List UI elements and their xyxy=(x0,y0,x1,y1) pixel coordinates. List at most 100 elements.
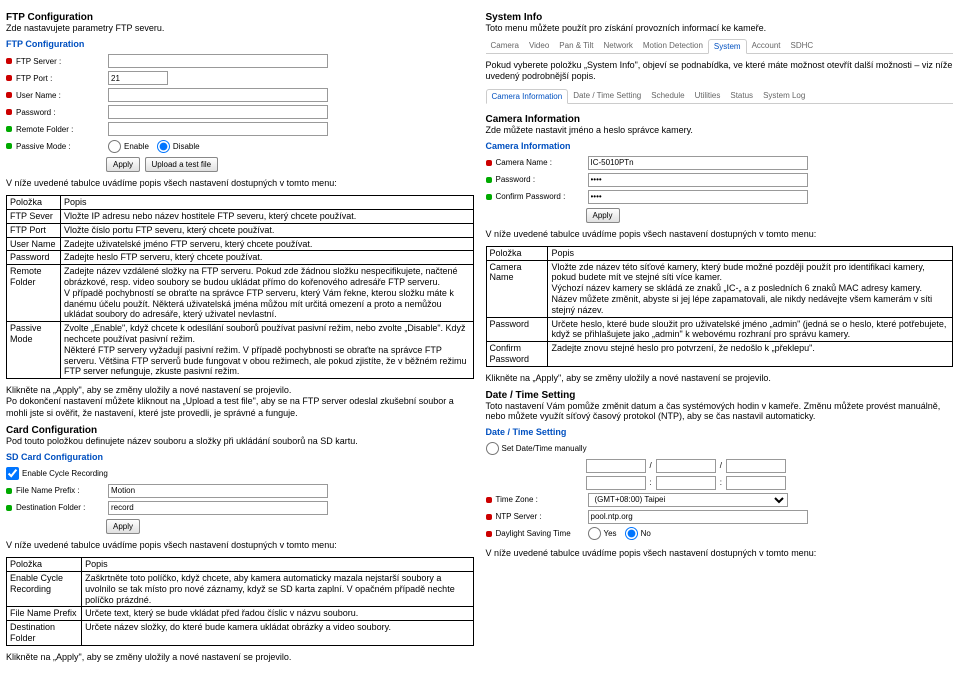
col-header: Popis xyxy=(82,558,473,572)
dst-yes-radio[interactable] xyxy=(588,527,601,540)
table-cell: User Name xyxy=(7,237,61,251)
cam-apply-button[interactable]: Apply xyxy=(586,208,620,223)
tab-caminfo[interactable]: Camera Information xyxy=(486,89,569,104)
tz-label: Time Zone : xyxy=(496,495,588,504)
cam-definitions-table: PoložkaPopis Camera NameVložte zde název… xyxy=(486,246,954,367)
bullet-icon xyxy=(6,143,12,149)
bullet-icon xyxy=(486,160,492,166)
campass-label: Password : xyxy=(496,175,588,184)
manual-radio[interactable] xyxy=(486,442,499,455)
passive-enable-radio[interactable] xyxy=(108,140,121,153)
ftp-footer-text: Klikněte na „Apply", aby se změny uložil… xyxy=(6,385,474,419)
table-cell: Vložte číslo portu FTP severu, který chc… xyxy=(60,223,473,237)
tab-utilities[interactable]: Utilities xyxy=(690,89,726,103)
time-part2[interactable] xyxy=(656,476,716,490)
table-cell: Zadejte znovu stejné heslo pro potvrzení… xyxy=(548,342,953,367)
ftp-password-label: Password : xyxy=(16,108,108,117)
col-header: Položka xyxy=(7,558,82,572)
table-cell: Zadejte název vzdálené složky na FTP ser… xyxy=(60,265,473,322)
tab-status[interactable]: Status xyxy=(725,89,758,103)
sd-footer-text: Klikněte na „Apply", aby se změny uložil… xyxy=(6,652,474,663)
ftp-user-input[interactable] xyxy=(108,88,328,102)
tab-syslog[interactable]: System Log xyxy=(758,89,810,103)
dest-input[interactable] xyxy=(108,501,328,515)
cycle-recording-checkbox[interactable] xyxy=(6,467,19,480)
sd-title: Card Configuration xyxy=(6,425,474,436)
col-header: Položka xyxy=(7,196,61,210)
table-cell: FTP Port xyxy=(7,223,61,237)
cycle-recording-label: Enable Cycle Recording xyxy=(22,469,108,478)
table-cell: Enable Cycle Recording xyxy=(7,572,82,607)
time-part1[interactable] xyxy=(586,476,646,490)
tab-schedule[interactable]: Schedule xyxy=(646,89,689,103)
dt-subtitle: Toto nastavení Vám pomůže změnit datum a… xyxy=(486,401,954,421)
ftp-port-input[interactable] xyxy=(108,71,168,85)
ftp-title: FTP Configuration xyxy=(6,12,474,23)
tab-pantilt[interactable]: Pan & Tilt xyxy=(554,39,598,53)
tab-system[interactable]: System xyxy=(708,39,747,54)
table-cell: FTP Sever xyxy=(7,210,61,224)
dst-no-radio[interactable] xyxy=(625,527,638,540)
ftp-remote-input[interactable] xyxy=(108,122,328,136)
bullet-icon xyxy=(486,514,492,520)
campass-input[interactable] xyxy=(588,173,808,187)
passive-disable-radio[interactable] xyxy=(157,140,170,153)
enable-label: Enable xyxy=(124,142,149,151)
table-cell: Password xyxy=(486,317,548,342)
time-part3[interactable] xyxy=(726,476,786,490)
ftp-definitions-table: PoložkaPopis FTP SeverVložte IP adresu n… xyxy=(6,195,474,379)
ftp-server-label: FTP Server : xyxy=(16,57,108,66)
tab-motion[interactable]: Motion Detection xyxy=(638,39,708,53)
ftp-server-input[interactable] xyxy=(108,54,328,68)
camconfirm-input[interactable] xyxy=(588,190,808,204)
table-cell: Určete název složky, do které bude kamer… xyxy=(82,621,473,646)
prefix-input[interactable] xyxy=(108,484,328,498)
ftp-apply-button[interactable]: Apply xyxy=(106,157,140,172)
tab-network[interactable]: Network xyxy=(599,39,638,53)
bullet-icon xyxy=(6,109,12,115)
ntp-input[interactable] xyxy=(588,510,808,524)
tz-select[interactable]: (GMT+08:00) Taipei xyxy=(588,493,788,507)
tab-sdhc[interactable]: SDHC xyxy=(785,39,818,53)
sd-definitions-table: PoložkaPopis Enable Cycle RecordingZaškr… xyxy=(6,557,474,646)
sd-panel-heading: SD Card Configuration xyxy=(6,452,474,462)
table-cell: Zadejte heslo FTP serveru, který chcete … xyxy=(60,251,473,265)
cam-panel-heading: Camera Information xyxy=(486,141,954,151)
ntp-label: NTP Server : xyxy=(496,512,588,521)
tab-video[interactable]: Video xyxy=(524,39,554,53)
dt-panel-heading: Date / Time Setting xyxy=(486,427,954,437)
bullet-icon xyxy=(6,92,12,98)
bullet-icon xyxy=(6,58,12,64)
ftp-table-intro: V níže uvedené tabulce uvádíme popis vše… xyxy=(6,178,474,189)
camname-label: Camera Name : xyxy=(496,158,588,167)
date-part3[interactable] xyxy=(726,459,786,473)
tab-camera[interactable]: Camera xyxy=(486,39,524,53)
table-cell: Remote Folder xyxy=(7,265,61,322)
bullet-icon xyxy=(486,194,492,200)
tab-datetime[interactable]: Date / Time Setting xyxy=(568,89,646,103)
table-cell: Password xyxy=(7,251,61,265)
ftp-test-button[interactable]: Upload a test file xyxy=(145,157,219,172)
camname-input[interactable] xyxy=(588,156,808,170)
table-cell: Zadejte uživatelské jméno FTP serveru, k… xyxy=(60,237,473,251)
table-cell: Zaškrtněte toto políčko, když chcete, ab… xyxy=(82,572,473,607)
sd-apply-button[interactable]: Apply xyxy=(106,519,140,534)
date-part1[interactable] xyxy=(586,459,646,473)
dest-label: Destination Folder : xyxy=(16,503,108,512)
table-cell: Camera Name xyxy=(486,260,548,317)
main-tabs: Camera Video Pan & Tilt Network Motion D… xyxy=(486,39,954,54)
ftp-user-label: User Name : xyxy=(16,91,108,100)
cam-subtitle: Zde můžete nastavit jméno a heslo správc… xyxy=(486,125,954,135)
date-part2[interactable] xyxy=(656,459,716,473)
table-cell: Určete text, který se bude vkládat před … xyxy=(82,607,473,621)
col-header: Položka xyxy=(486,246,548,260)
tab-account[interactable]: Account xyxy=(747,39,786,53)
camconfirm-label: Confirm Password : xyxy=(496,192,588,201)
bullet-icon xyxy=(6,75,12,81)
sys-subtitle: Toto menu můžete použít pro získání prov… xyxy=(486,23,954,33)
right-column: System Info Toto menu můžete použít pro … xyxy=(486,8,954,669)
ftp-subtitle: Zde nastavujete parametry FTP severu. xyxy=(6,23,474,33)
ftp-password-input[interactable] xyxy=(108,105,328,119)
sub-tabs: Camera Information Date / Time Setting S… xyxy=(486,89,954,104)
cam-table-intro: V níže uvedené tabulce uvádíme popis vše… xyxy=(486,229,954,240)
